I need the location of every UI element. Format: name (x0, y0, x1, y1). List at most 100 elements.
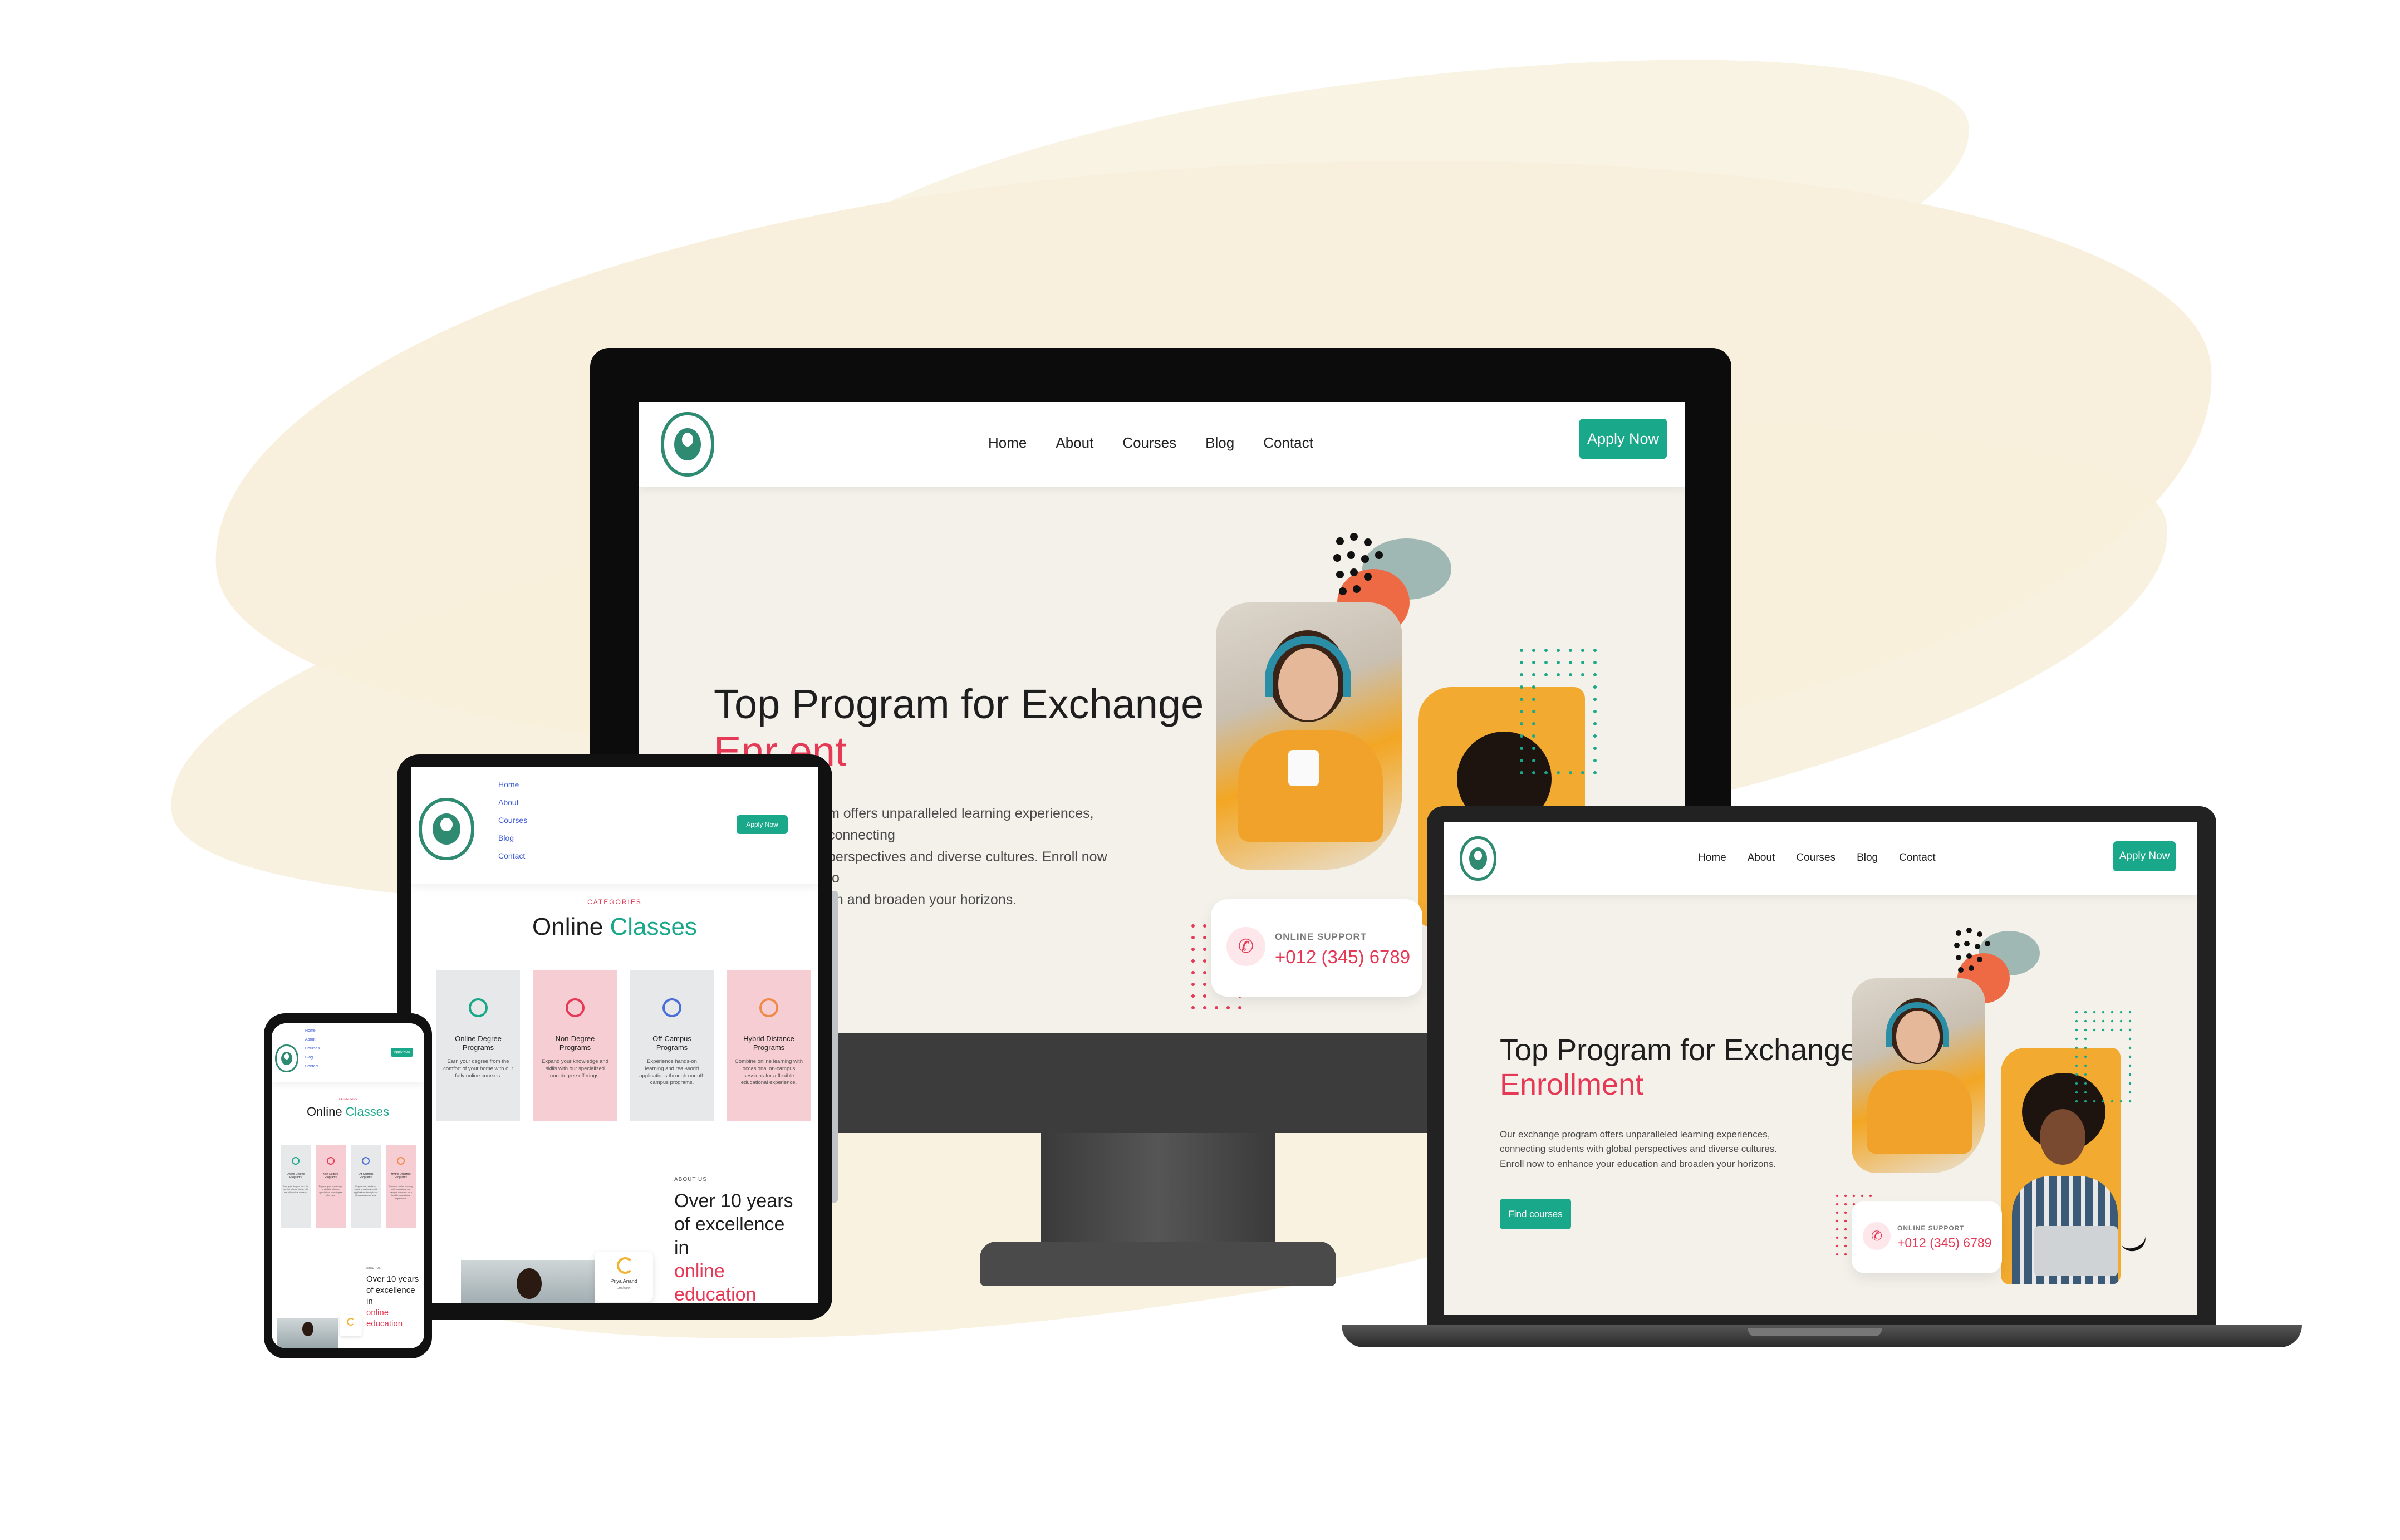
nav-home[interactable]: Home (498, 776, 527, 793)
student-shirt (1238, 730, 1383, 842)
about-heading: Over 10 years of excellence in online ed… (366, 1274, 419, 1328)
phone-screen: Home About Courses Blog Contact Apply No… (272, 1023, 424, 1348)
class-card-title: Off-Campus Programs (652, 1034, 691, 1052)
navbar: Home About Courses Blog Contact Apply No… (411, 767, 818, 884)
decor-dots-teal (2075, 1011, 2132, 1103)
class-card[interactable]: Hybrid Distance Programs Combine online l… (727, 970, 811, 1121)
class-card-title: Online Degree Programs (286, 1173, 305, 1179)
logo-icon[interactable] (275, 1044, 298, 1072)
nav-courses[interactable]: Courses (1796, 852, 1835, 864)
class-card-title: Hybrid Distance Programs (743, 1034, 794, 1052)
loading-ring-icon (617, 1257, 634, 1274)
nav-about[interactable]: About (1748, 852, 1775, 864)
nav-blog[interactable]: Blog (305, 1053, 320, 1062)
person-head (302, 1322, 313, 1336)
class-card-title: Online Degree Programs (455, 1034, 502, 1052)
nav-contact[interactable]: Contact (1263, 434, 1313, 452)
class-card-description: Earn your degree from the comfort of you… (282, 1185, 309, 1194)
headphones-icon (1265, 636, 1351, 697)
nav-home[interactable]: Home (988, 434, 1027, 452)
nav-home[interactable]: Home (1698, 852, 1726, 864)
apply-now-button[interactable]: Apply Now (737, 815, 788, 834)
student-face (2040, 1109, 2085, 1165)
class-card-description: Experience hands-on learning and real-wo… (639, 1058, 705, 1086)
hero-description: m offers unparalleled learning experienc… (828, 806, 1107, 908)
online-support-card[interactable]: ✆ ONLINE SUPPORT +012 (345) 6789 (1211, 899, 1422, 997)
class-card[interactable]: Non-Degree Programs Expand your knowledge… (316, 1145, 346, 1228)
campus-icon (362, 1157, 370, 1165)
apply-now-button[interactable]: Apply Now (1579, 419, 1667, 459)
laptop-in-photo (2034, 1226, 2118, 1276)
class-card[interactable]: Online Degree Programs Earn your degree f… (281, 1145, 311, 1228)
class-card-description: Experience hands-on learning and real-wo… (354, 1185, 378, 1197)
nav-courses[interactable]: Courses (305, 1044, 320, 1053)
nav-home[interactable]: Home (305, 1027, 320, 1036)
hybrid-icon (397, 1157, 405, 1165)
hybrid-icon (759, 998, 778, 1017)
student-shirt (1867, 1070, 1972, 1154)
graduation-icon (469, 998, 488, 1017)
find-courses-button[interactable]: Find courses (1500, 1199, 1571, 1229)
apply-now-button[interactable]: Apply Now (2113, 841, 2176, 871)
decor-dots-black (1954, 928, 1990, 973)
nav-blog[interactable]: Blog (1205, 434, 1234, 452)
nav-blog[interactable]: Blog (1857, 852, 1878, 864)
navbar: Home About Courses Blog Contact Apply No… (1444, 822, 2197, 895)
section-title: Online Classes (532, 913, 697, 940)
class-card-title: Off-Campus Programs (358, 1173, 374, 1179)
certificate-icon (327, 1157, 335, 1165)
campus-icon (662, 998, 681, 1017)
decor-dots-black (1333, 533, 1383, 595)
student-photo-headphones (1216, 602, 1402, 870)
certificate-icon (566, 998, 585, 1017)
categories-eyebrow: CATEGORIES (338, 1098, 357, 1101)
loading-ring-icon (347, 1318, 355, 1326)
monitor-neck (1041, 1130, 1275, 1258)
class-card-title: Non-Degree Programs (323, 1173, 338, 1179)
class-card-description: Expand your knowledge and skills with ou… (542, 1058, 608, 1079)
person-head (517, 1268, 542, 1299)
class-card-title: Hybrid Distance Programs (391, 1173, 411, 1179)
laptop-notch (1748, 1328, 1882, 1336)
video-badge[interactable]: Priya Anand Lecturer (595, 1252, 653, 1302)
video-badge[interactable] (340, 1315, 362, 1336)
decor-dots-teal (1520, 649, 1597, 774)
class-card-title: Non-Degree Programs (555, 1034, 595, 1052)
online-support-card[interactable]: ✆ ONLINE SUPPORT +012 (345) 6789 (1852, 1201, 2002, 1273)
class-card[interactable]: Off-Campus Programs Experience hands-on l… (630, 970, 714, 1121)
support-label: ONLINE SUPPORT (1275, 931, 1367, 942)
class-card[interactable]: Online Degree Programs Earn your degree f… (436, 970, 520, 1121)
about-eyebrow: ABOUT US (366, 1267, 381, 1270)
section-title: Online Classes (307, 1105, 389, 1119)
nav-courses[interactable]: Courses (498, 811, 527, 829)
hero-description: Our exchange program offers unparalleled… (1500, 1129, 1778, 1169)
class-card[interactable]: Off-Campus Programs Experience hands-on l… (351, 1145, 381, 1228)
nav-about[interactable]: About (305, 1036, 320, 1044)
coffee-mug (1288, 750, 1319, 786)
nav-courses[interactable]: Courses (1122, 434, 1176, 452)
hero-title: Top Program for Exchange Enrollment (1500, 1033, 1858, 1102)
nav-contact[interactable]: Contact (498, 847, 527, 865)
nav-contact[interactable]: Contact (305, 1062, 320, 1071)
logo-icon[interactable] (1460, 836, 1496, 881)
class-card[interactable]: Non-Degree Programs Expand your knowledge… (533, 970, 617, 1121)
support-phone[interactable]: +012 (345) 6789 (1275, 946, 1410, 968)
class-card[interactable]: Hybrid Distance Programs Combine online l… (386, 1145, 416, 1228)
about-eyebrow: ABOUT US (674, 1176, 707, 1183)
nav-about[interactable]: About (1056, 434, 1093, 452)
monitor-base (980, 1242, 1336, 1286)
nav-contact[interactable]: Contact (1899, 852, 1935, 864)
class-card-description: Expand your knowledge and skills with ou… (318, 1185, 343, 1197)
badge-name: Priya Anand (610, 1278, 637, 1284)
tablet-side-button (832, 891, 838, 1203)
laptop-screen: Home About Courses Blog Contact Apply No… (1444, 822, 2197, 1315)
logo-icon[interactable] (661, 412, 714, 477)
nav-blog[interactable]: Blog (498, 829, 527, 847)
squiggle-decor (2117, 1225, 2149, 1255)
about-photo (277, 1318, 338, 1348)
support-phone[interactable]: +012 (345) 6789 (1897, 1235, 1991, 1250)
logo-icon[interactable] (419, 798, 474, 860)
categories-eyebrow: CATEGORIES (587, 898, 642, 906)
apply-now-button[interactable]: Apply Now (391, 1048, 413, 1057)
nav-about[interactable]: About (498, 793, 527, 811)
